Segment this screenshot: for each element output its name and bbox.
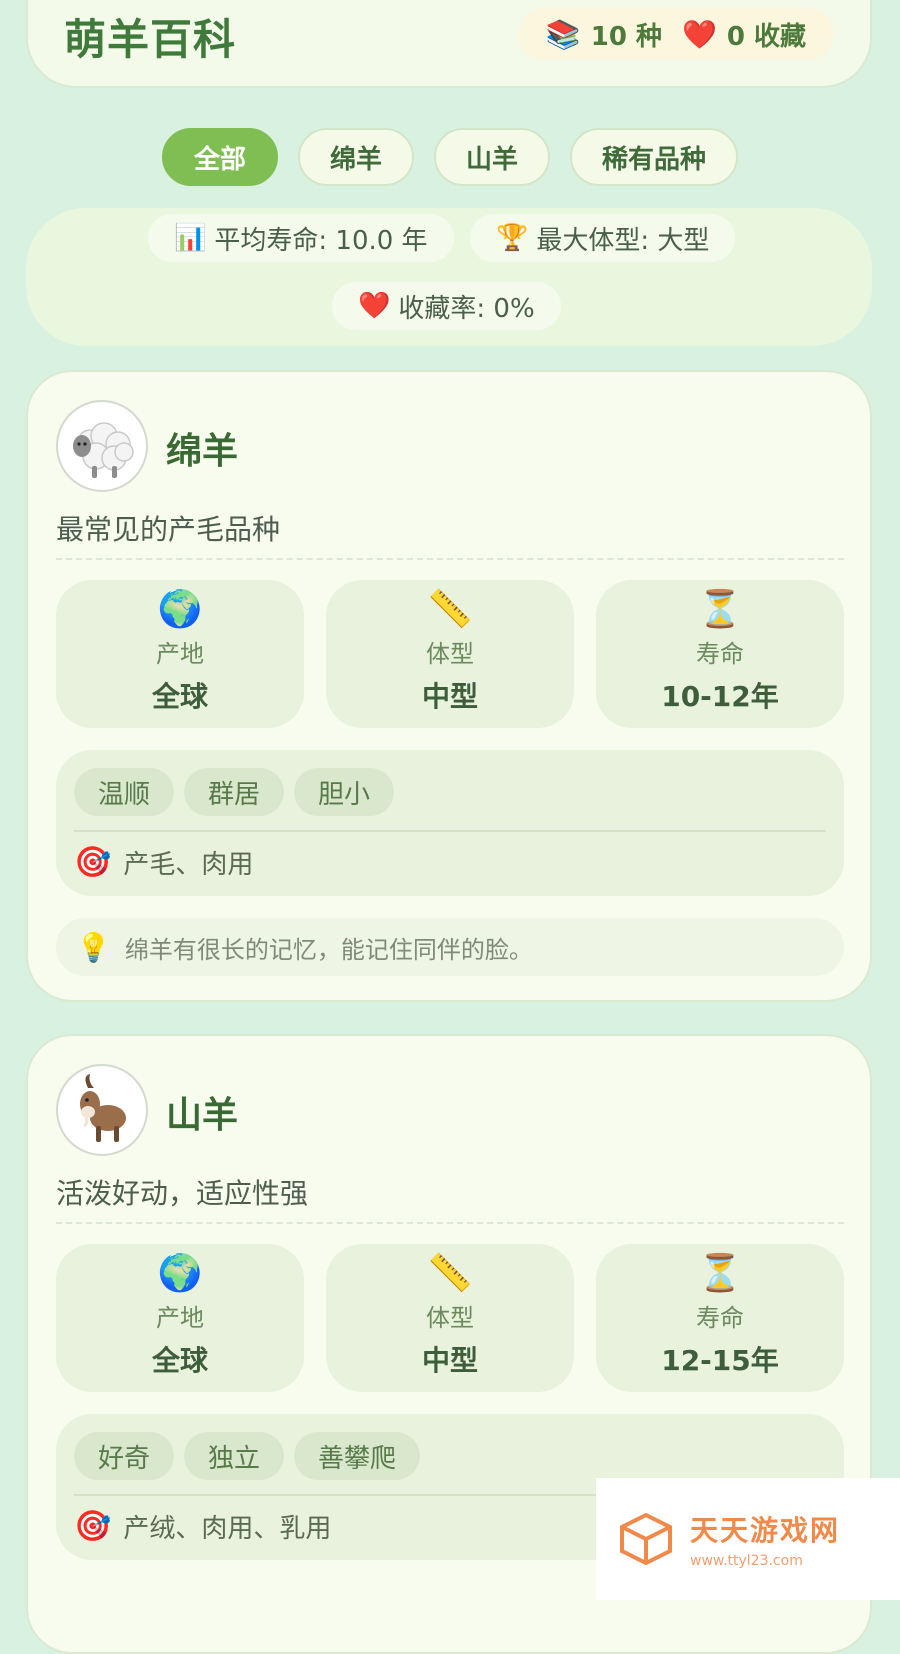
stat-label: 寿命 [696, 1304, 744, 1332]
stats-pill: 📚 10 种 ❤️ 0 收藏 [517, 8, 834, 60]
usage-row: 🎯 产绒、肉用、乳用 [74, 1508, 331, 1545]
bar-chart-icon: 📊 [174, 223, 207, 253]
books-icon: 📚 [545, 17, 581, 51]
globe-icon: 🌍 [157, 1253, 203, 1294]
trait-tag: 群居 [184, 768, 285, 816]
fav-rate-text: 收藏率: 0% [398, 293, 535, 324]
fun-fact-text: 绵羊有很长的记忆，能记住同伴的脸。 [124, 935, 533, 964]
avg-life-text: 平均寿命: 10.0 年 [214, 225, 428, 256]
filter-rare[interactable]: 稀有品种 [570, 128, 739, 186]
max-size-text: 最大体型: 大型 [536, 225, 710, 256]
app-title: 萌羊百科 [64, 15, 237, 64]
usage-text: 产毛、肉用 [123, 850, 254, 880]
sheep-avatar [56, 400, 148, 492]
stat-lifespan: ⏳ 寿命 12-15年 [596, 1244, 844, 1392]
breed-name: 绵羊 [166, 431, 239, 472]
trait-tag: 好奇 [74, 1432, 175, 1480]
goat-avatar [56, 1064, 148, 1156]
divider [56, 558, 844, 560]
goat-icon [80, 1074, 126, 1142]
ruler-icon: 📏 [427, 589, 473, 630]
avg-life-pill: 📊 平均寿命: 10.0 年 [148, 214, 454, 262]
stat-size: 📏 体型 中型 [326, 1244, 574, 1392]
stat-origin: 🌍 产地 全球 [56, 1244, 304, 1392]
trophy-icon: 🏆 [496, 223, 529, 253]
divider [56, 1222, 844, 1224]
stat-label: 体型 [426, 1304, 474, 1332]
stat-value: 中型 [421, 1344, 478, 1377]
stat-value: 12-15年 [661, 1344, 779, 1377]
filter-bar: 全部 绵羊 山羊 稀有品种 [0, 128, 900, 186]
breed-name: 山羊 [166, 1095, 239, 1136]
traits-panel: 温顺 群居 胆小 🎯 产毛、肉用 [56, 750, 844, 896]
stat-label: 体型 [426, 640, 474, 668]
heart-icon: ❤️ [681, 17, 717, 51]
usage-row: 🎯 产毛、肉用 [74, 844, 253, 881]
cube-logo-icon [620, 1512, 672, 1566]
watermark-brand: 天天游戏网 [690, 1514, 841, 1547]
breed-description: 活泼好动，适应性强 [56, 1177, 309, 1210]
watermark-url: www.ttyl23.com [690, 1553, 803, 1569]
trait-tag: 胆小 [294, 768, 395, 816]
filter-sheep[interactable]: 绵羊 [297, 128, 414, 186]
target-icon: 🎯 [74, 845, 112, 880]
stat-origin: 🌍 产地 全球 [56, 580, 304, 728]
stat-label: 寿命 [696, 640, 744, 668]
stat-lifespan: ⏳ 寿命 10-12年 [596, 580, 844, 728]
stat-value: 全球 [151, 680, 208, 713]
stat-value: 中型 [421, 680, 478, 713]
trait-tag: 独立 [184, 1432, 285, 1480]
trait-tag: 善攀爬 [294, 1432, 421, 1480]
target-icon: 🎯 [74, 1509, 112, 1544]
filter-goat[interactable]: 山羊 [434, 128, 551, 186]
heart-icon: ❤️ [358, 291, 391, 321]
stat-value: 10-12年 [661, 680, 779, 713]
max-size-pill: 🏆 最大体型: 大型 [470, 214, 736, 262]
sheep-icon [73, 422, 134, 478]
fun-fact: 💡 绵羊有很长的记忆，能记住同伴的脸。 [56, 918, 844, 976]
stat-size: 📏 体型 中型 [326, 580, 574, 728]
stat-label: 产地 [156, 640, 204, 668]
stat-value: 全球 [151, 1344, 208, 1377]
breed-description: 最常见的产毛品种 [56, 513, 281, 546]
fav-rate-pill: ❤️ 收藏率: 0% [332, 282, 561, 330]
stat-label: 产地 [156, 1304, 204, 1332]
lightbulb-icon: 💡 [76, 930, 111, 964]
breed-card-sheep[interactable]: 绵羊 最常见的产毛品种 🌍 产地 全球 📏 体型 中型 ⏳ 寿命 10-12年 … [26, 370, 872, 1002]
divider [74, 830, 826, 832]
hourglass-icon: ⏳ [697, 1253, 743, 1294]
fav-count: 0 收藏 [726, 21, 806, 52]
app-header: 萌羊百科 📚 10 种 ❤️ 0 收藏 [26, 0, 872, 88]
usage-text: 产绒、肉用、乳用 [123, 1514, 332, 1544]
site-watermark: 天天游戏网 www.ttyl23.com [596, 1478, 900, 1600]
ruler-icon: 📏 [427, 1253, 473, 1294]
globe-icon: 🌍 [157, 589, 203, 630]
summary-panel: 📊 平均寿命: 10.0 年 🏆 最大体型: 大型 ❤️ 收藏率: 0% [26, 208, 872, 346]
filter-all[interactable]: 全部 [161, 128, 278, 186]
species-count: 10 种 [590, 21, 662, 52]
trait-tag: 温顺 [74, 768, 175, 816]
hourglass-icon: ⏳ [697, 589, 743, 630]
